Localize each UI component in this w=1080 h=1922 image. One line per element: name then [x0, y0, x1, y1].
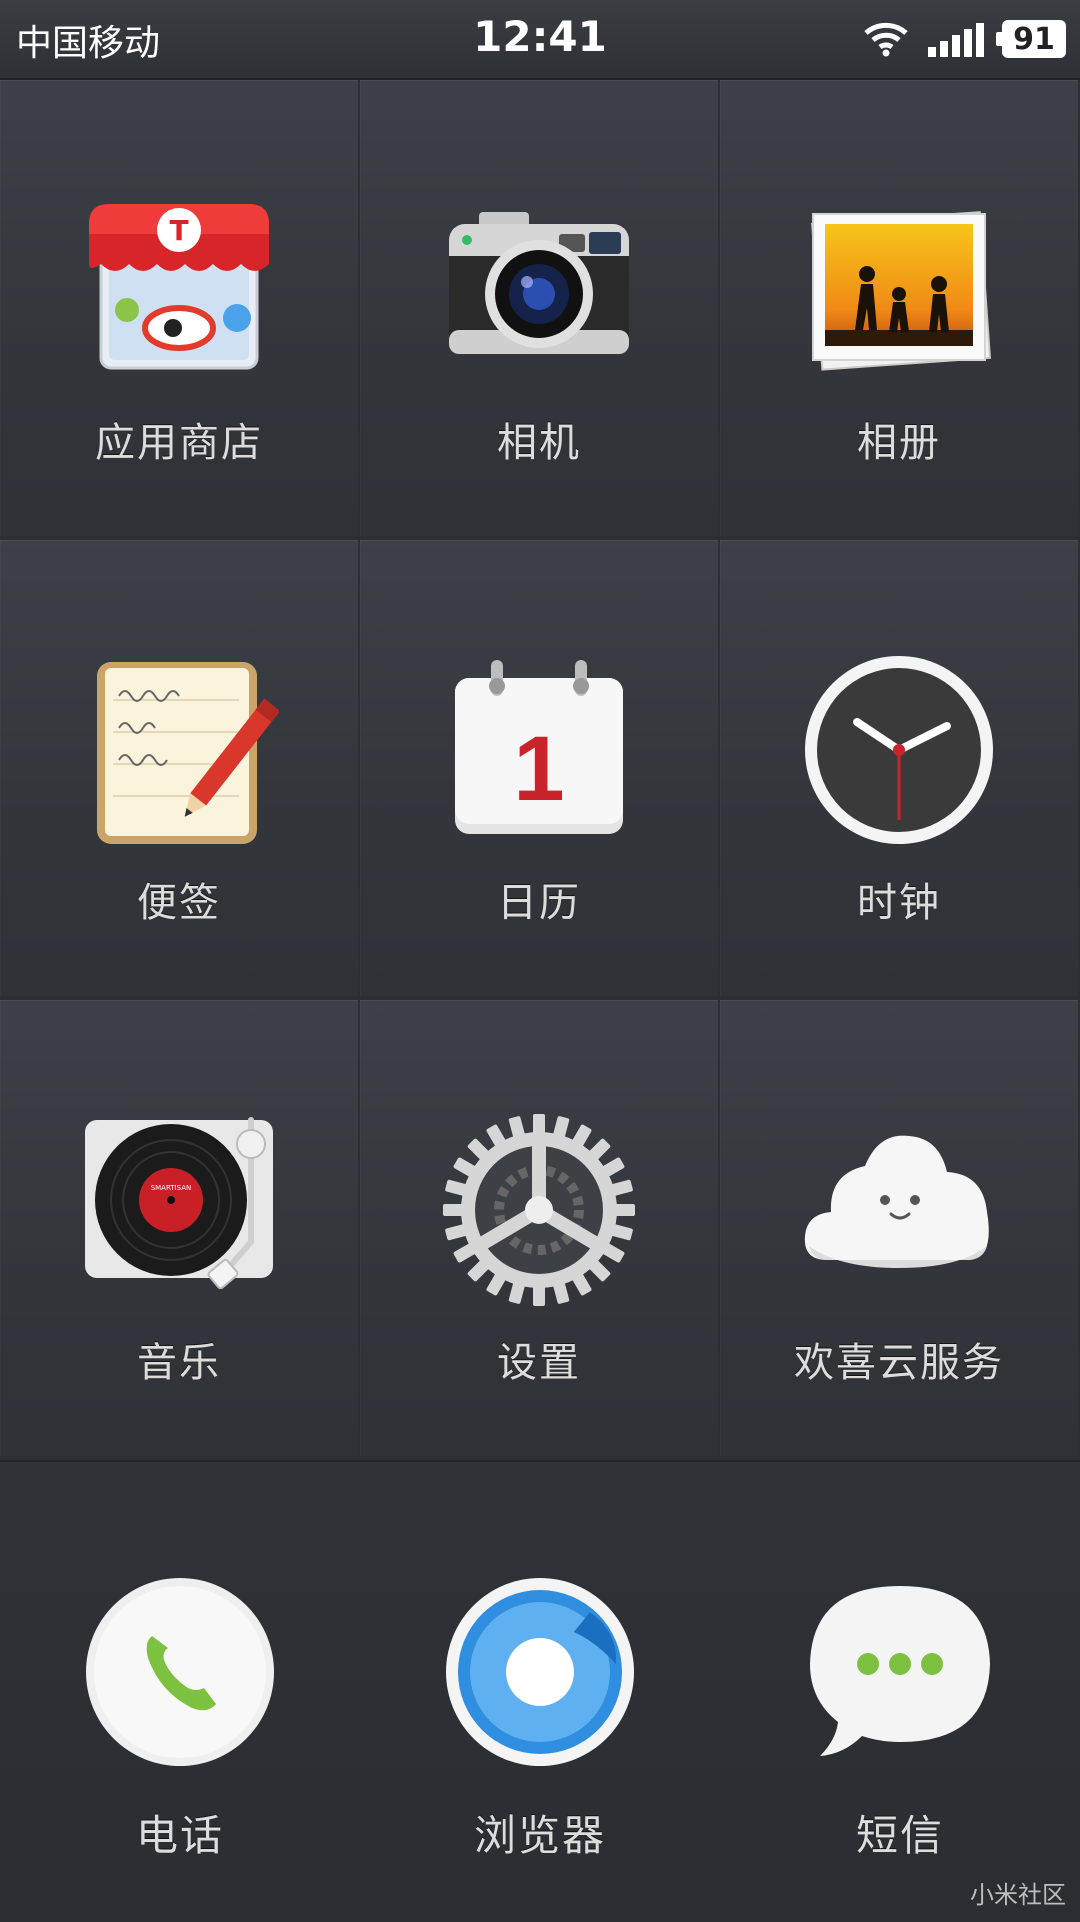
app-label: 时钟 [857, 880, 941, 926]
browser-icon [440, 1572, 640, 1772]
battery-icon: 91 [996, 20, 1066, 58]
dock-label: 电话 [135, 1811, 224, 1860]
calendar-icon: 1 [439, 650, 639, 850]
music-icon: SMARTISAN [79, 1110, 279, 1310]
clock-icon [799, 650, 999, 850]
app-tile-app-store[interactable]: T 应用商店 [0, 80, 358, 536]
app-label: 音乐 [137, 1340, 221, 1386]
messages-icon [800, 1572, 1000, 1772]
status-bar: 中国移动 12:41 91 [0, 0, 1080, 80]
phone-icon [80, 1572, 280, 1772]
calendar-day-number: 1 [513, 718, 564, 820]
app-label: 便签 [137, 880, 221, 926]
app-tile-gallery[interactable]: 相册 [720, 80, 1078, 536]
camera-icon [439, 190, 639, 390]
dock-item-phone[interactable]: 电话 [0, 1462, 360, 1922]
watermark: 小米社区 [970, 1881, 1066, 1909]
gallery-icon [799, 190, 999, 390]
wifi-icon [864, 21, 908, 57]
app-store-icon: T [79, 190, 279, 390]
app-tile-camera[interactable]: 相机 [360, 80, 718, 536]
app-tile-settings[interactable]: 设置 [360, 1000, 718, 1456]
app-label: 日历 [497, 880, 581, 926]
app-tile-calendar[interactable]: 1 日历 [360, 540, 718, 996]
dock-item-messages[interactable]: 短信 [720, 1462, 1080, 1922]
app-tile-music[interactable]: SMARTISAN 音乐 [0, 1000, 358, 1456]
signal-icon [926, 21, 984, 57]
settings-icon [439, 1110, 639, 1310]
dock-label: 浏览器 [473, 1811, 606, 1860]
record-label-text: SMARTISAN [151, 1184, 192, 1192]
notes-icon [79, 650, 279, 850]
svg-text:T: T [169, 214, 188, 247]
app-tile-clock[interactable]: 时钟 [720, 540, 1078, 996]
cloud-service-icon [799, 1110, 999, 1310]
app-label: 相册 [857, 420, 941, 466]
dock-item-browser[interactable]: 浏览器 [360, 1462, 720, 1922]
app-tile-notes[interactable]: 便签 [0, 540, 358, 996]
status-icons: 91 [864, 16, 1066, 62]
app-tile-cloud-service[interactable]: 欢喜云服务 [720, 1000, 1078, 1456]
dock-label: 短信 [855, 1811, 944, 1860]
app-label: 欢喜云服务 [794, 1340, 1004, 1386]
app-label: 应用商店 [95, 420, 263, 466]
dock: 电话 浏览器 短信 [0, 1460, 1080, 1922]
app-label: 相机 [497, 420, 581, 466]
app-label: 设置 [497, 1340, 581, 1386]
